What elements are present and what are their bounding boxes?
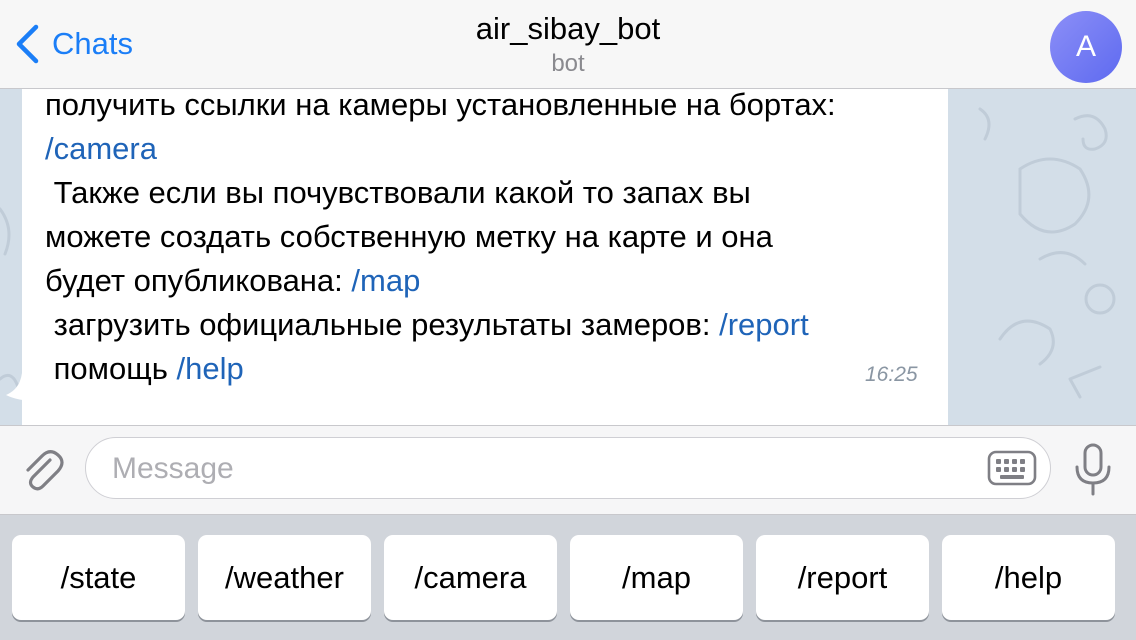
message-input[interactable] (110, 444, 974, 494)
chat-area[interactable]: получить ссылки на камеры установленные … (0, 89, 1136, 425)
message-line: получить ссылки на камеры установленные … (45, 89, 836, 123)
paperclip-icon[interactable] (20, 448, 66, 494)
message-line: помощь /help (45, 351, 244, 387)
message-text: загрузить официальные результаты замеров… (45, 307, 720, 342)
message-field[interactable] (85, 437, 1051, 499)
message-line: можете создать собственную метку на карт… (45, 219, 773, 255)
command-link-camera[interactable]: /camera (45, 131, 157, 166)
keyboard-button-state[interactable]: /state (12, 535, 185, 620)
message-text: помощь (45, 351, 177, 386)
keyboard-button-report[interactable]: /report (756, 535, 929, 620)
keyboard-icon[interactable] (987, 450, 1037, 486)
avatar[interactable]: A (1050, 11, 1122, 83)
navigation-bar: Chats air_sibay_bot bot A (0, 0, 1136, 89)
message-line: Также если вы почувствовали какой то зап… (45, 175, 751, 211)
command-link-report[interactable]: /report (719, 307, 809, 342)
message-text: будет опубликована: (45, 263, 352, 298)
chat-subtitle: bot (551, 50, 585, 77)
message-input-bar (0, 425, 1136, 515)
command-link-map[interactable]: /map (351, 263, 420, 298)
message-bubble[interactable]: получить ссылки на камеры установленные … (22, 89, 948, 425)
chat-title: air_sibay_bot (475, 11, 661, 46)
message-text: получить ссылки на камеры установленные … (45, 89, 836, 122)
message-text: Также если вы почувствовали какой то зап… (45, 175, 751, 210)
keyboard-button-map[interactable]: /map (570, 535, 743, 620)
message-timestamp: 16:25 (865, 363, 918, 386)
keyboard-button-weather[interactable]: /weather (198, 535, 371, 620)
command-link-help[interactable]: /help (176, 351, 243, 386)
microphone-icon[interactable] (1073, 443, 1113, 497)
keyboard-button-camera[interactable]: /camera (384, 535, 557, 620)
message-line: /camera (45, 131, 157, 167)
bot-keyboard: /state /weather /camera /map /report /he… (0, 515, 1136, 640)
keyboard-button-help[interactable]: /help (942, 535, 1115, 620)
message-line: загрузить официальные результаты замеров… (45, 307, 809, 343)
message-text: можете создать собственную метку на карт… (45, 219, 773, 254)
bubble-tail (6, 373, 36, 401)
message-line: будет опубликована: /map (45, 263, 420, 299)
